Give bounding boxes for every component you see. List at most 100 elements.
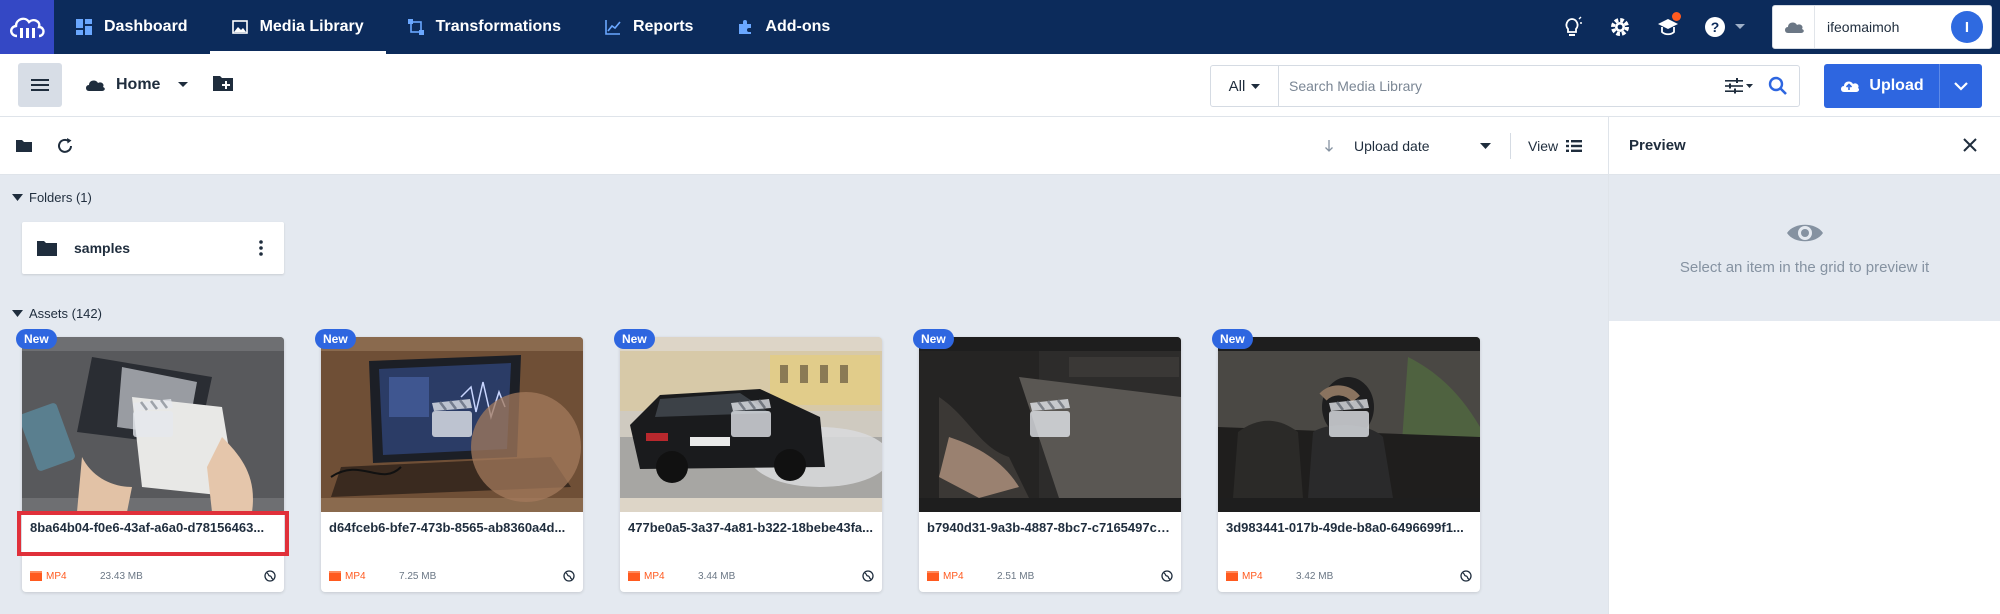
nav-item-label: Dashboard — [104, 18, 188, 35]
asset-meta: MP4 3.44 MB — [628, 570, 874, 582]
tips-button[interactable] — [1548, 0, 1596, 54]
asset-name: b7940d31-9a3b-4887-8bc7-c7165497c3... — [927, 520, 1173, 535]
asset-card[interactable]: New d64fceb6-bfe7-473b-8565-ab8360a4d...… — [315, 329, 583, 592]
settings-button[interactable] — [1596, 0, 1644, 54]
account-switcher[interactable]: ifeomaimoh I — [1772, 5, 1992, 49]
svg-text:?: ? — [1711, 19, 1720, 35]
breadcrumb-home[interactable]: Home — [84, 76, 189, 94]
caret-down-icon — [1479, 143, 1491, 149]
asset-card[interactable]: New 8ba64b04-f0e6-43af-a6a0-d78156463...… — [16, 329, 289, 592]
hamburger-menu-icon — [31, 79, 49, 91]
globe-icon — [264, 570, 276, 582]
caret-down-icon — [12, 194, 23, 201]
arrow-down-icon[interactable] — [1324, 139, 1334, 153]
reports-icon — [605, 20, 621, 35]
folders-section-title: Folders (1) — [29, 190, 92, 205]
help-menu-button[interactable]: ? — [1692, 0, 1758, 54]
cloud-icon — [86, 80, 105, 91]
caret-down-icon[interactable] — [178, 82, 189, 88]
search-scope-select[interactable]: All — [1211, 66, 1279, 106]
upload-label: Upload — [1869, 77, 1924, 94]
video-format-icon — [628, 571, 640, 581]
folders-section-header[interactable]: Folders (1) — [12, 190, 92, 205]
folder-card-samples[interactable]: samples — [22, 222, 284, 274]
advanced-search-button[interactable] — [1717, 66, 1761, 106]
nav-item-transformations[interactable]: Transformations — [386, 0, 583, 54]
nav-item-dashboard[interactable]: Dashboard — [54, 0, 210, 54]
new-folder-button[interactable] — [212, 74, 234, 97]
refresh-button[interactable] — [56, 137, 74, 155]
globe-icon — [1460, 570, 1472, 582]
cloudinary-logo[interactable] — [0, 0, 54, 54]
preview-title: Preview — [1629, 137, 1686, 154]
cloud-logo-icon — [10, 17, 45, 38]
folder-tree-toggle-button[interactable] — [18, 63, 62, 107]
account-cloud-icon — [1773, 6, 1815, 48]
asset-meta: MP4 3.42 MB — [1226, 570, 1472, 582]
folder-more-options-button[interactable] — [246, 240, 276, 256]
asset-size: 23.43 MB — [100, 570, 143, 582]
search-scope-value: All — [1228, 77, 1246, 95]
learning-button[interactable] — [1644, 0, 1692, 54]
globe-icon — [1161, 570, 1173, 582]
video-format-icon — [1226, 571, 1238, 581]
upload-button[interactable]: Upload — [1824, 64, 1982, 108]
kebab-menu-icon — [259, 240, 263, 256]
video-clapperboard-icon — [731, 399, 771, 437]
asset-name: 477be0a5-3a37-4a81-b322-18bebe43fa... — [628, 520, 873, 535]
cloud-upload-icon — [1841, 81, 1860, 92]
new-badge: New — [913, 329, 954, 349]
asset-format: MP4 — [644, 570, 665, 582]
sort-select[interactable]: Upload date — [1324, 117, 1491, 175]
list-view-icon — [1566, 140, 1583, 152]
folder-name: samples — [74, 240, 131, 256]
asset-size: 3.44 MB — [698, 570, 736, 582]
nav-item-label: Media Library — [259, 18, 364, 35]
view-mode-button[interactable]: View — [1528, 117, 1583, 175]
avatar[interactable]: I — [1951, 11, 1983, 43]
refresh-icon — [58, 137, 72, 153]
search-bar: All — [1210, 65, 1800, 107]
folder-view-button[interactable] — [16, 139, 32, 153]
close-preview-button[interactable] — [1962, 137, 1978, 158]
nav-item-label: Add-ons — [765, 18, 831, 35]
asset-card[interactable]: New b7940d31-9a3b-4887-8bc7-c7165497c3..… — [913, 329, 1181, 592]
folder-icon — [37, 241, 57, 256]
asset-card[interactable]: New 3d983441-017b-49de-b8a0-6496699f1...… — [1212, 329, 1480, 592]
asset-format: MP4 — [46, 570, 67, 582]
upload-options-dropdown[interactable] — [1940, 64, 1982, 108]
caret-down-icon — [1251, 83, 1261, 89]
nav-item-reports[interactable]: Reports — [583, 0, 715, 54]
search-button[interactable] — [1761, 66, 1795, 106]
asset-meta: MP4 2.51 MB — [927, 570, 1173, 582]
sliders-icon — [1725, 78, 1753, 94]
new-badge: New — [16, 329, 57, 349]
video-clapperboard-icon — [133, 399, 173, 437]
asset-format: MP4 — [345, 570, 366, 582]
video-format-icon — [927, 571, 939, 581]
asset-meta: MP4 7.25 MB — [329, 570, 575, 582]
preview-empty-message: Select an item in the grid to preview it — [1679, 258, 1930, 276]
globe-icon — [563, 570, 575, 582]
folder-icon — [16, 139, 32, 152]
grid-actions-bar: Upload date View — [0, 117, 1608, 175]
sort-value: Upload date — [1354, 138, 1430, 154]
asset-format: MP4 — [943, 570, 964, 582]
nav-item-media-library[interactable]: Media Library — [209, 0, 386, 54]
video-clapperboard-icon — [1329, 399, 1369, 437]
asset-meta: MP4 23.43 MB — [30, 570, 276, 582]
upload-main-action[interactable]: Upload — [1824, 64, 1940, 108]
asset-format: MP4 — [1242, 570, 1263, 582]
caret-down-icon — [12, 310, 23, 317]
asset-card[interactable]: New 477be0a5-3a37-4a81-b322-18bebe43fa..… — [614, 329, 882, 592]
video-format-icon — [30, 571, 42, 581]
nav-item-addons[interactable]: Add-ons — [715, 0, 852, 54]
new-badge: New — [1212, 329, 1253, 349]
new-badge: New — [315, 329, 356, 349]
search-input[interactable] — [1279, 66, 1717, 106]
eye-icon — [1786, 224, 1823, 241]
top-navigation-bar: Dashboard Media Library Transformations … — [0, 0, 2000, 54]
video-format-icon — [329, 571, 341, 581]
assets-section-header[interactable]: Assets (142) — [12, 306, 102, 321]
preview-header: Preview — [1609, 117, 2000, 175]
